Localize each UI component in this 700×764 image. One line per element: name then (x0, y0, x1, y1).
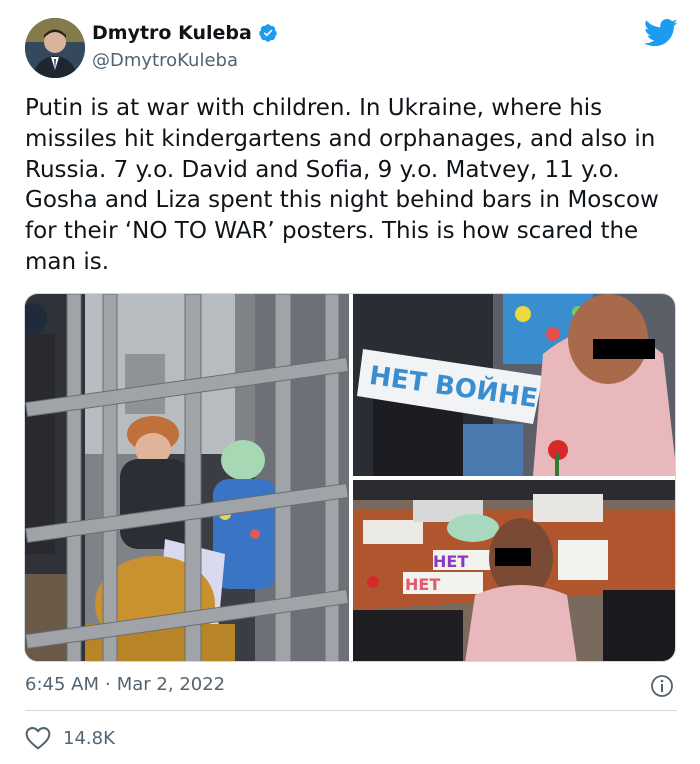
photo-1-image (25, 294, 349, 661)
photo-2-image: НЕТ ВОЙНЕ (353, 294, 675, 476)
photo-no-war-poster[interactable]: НЕТ ВОЙНЕ (353, 294, 675, 476)
tweet-text: Putin is at war with children. In Ukrain… (25, 95, 659, 275)
verified-badge-icon (259, 24, 277, 42)
info-icon[interactable] (650, 674, 674, 698)
divider (25, 710, 677, 711)
heart-icon (25, 727, 51, 750)
tweet-timestamp[interactable]: 6:45 AM · Mar 2, 2022 (25, 674, 225, 695)
avatar[interactable] (25, 18, 85, 78)
tweet-time[interactable]: 6:45 AM (25, 674, 99, 695)
like-button[interactable]: 14.8K (25, 726, 115, 750)
avatar-image (25, 18, 85, 78)
author-handle[interactable]: @DmytroKuleba (92, 50, 238, 71)
photo-children-behind-bars[interactable] (25, 294, 349, 661)
author-name-row[interactable]: Dmytro Kuleba (92, 22, 278, 44)
poster-text-2: НЕТ (433, 552, 468, 571)
photo-girl-at-desk[interactable]: НЕТ НЕТ (353, 480, 675, 661)
media-grid: НЕТ ВОЙНЕ НЕТ НЕТ (24, 293, 676, 662)
timestamp-separator: · (105, 674, 111, 695)
tweet-date[interactable]: Mar 2, 2022 (117, 674, 225, 695)
poster-text-3: НЕТ (405, 575, 440, 594)
like-count: 14.8K (63, 727, 115, 749)
author-name[interactable]: Dmytro Kuleba (92, 22, 252, 44)
twitter-bird-icon[interactable] (644, 18, 678, 48)
photo-3-image: НЕТ НЕТ (353, 480, 675, 661)
